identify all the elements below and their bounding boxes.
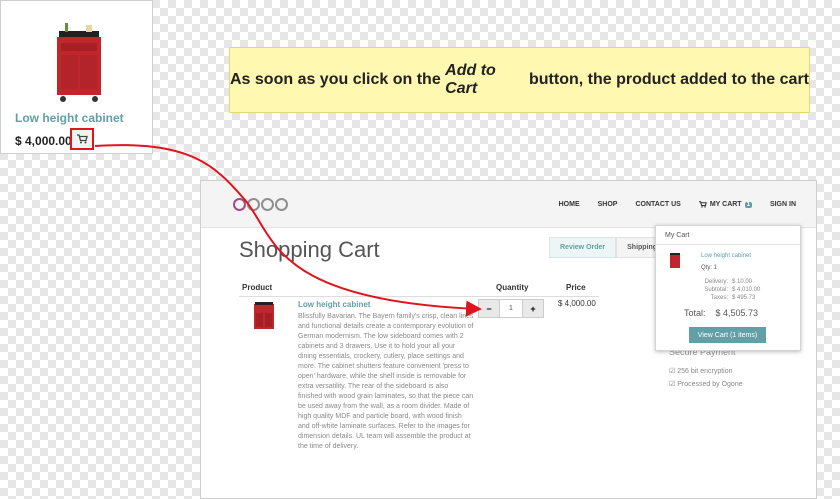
page-title: Shopping Cart [239, 237, 380, 262]
nav-sign-in[interactable]: SIGN IN [770, 201, 796, 208]
column-product: Product [242, 283, 273, 292]
cabinet-image[interactable] [41, 17, 113, 105]
secure-payment-list: ☑ 256 bit encryption ☑ Processed by Ogon… [669, 365, 743, 391]
cart-count-badge: 1 [744, 201, 752, 208]
callout-text-start: As soon as you click on the [230, 71, 446, 88]
delivery-label: Delivery: [704, 279, 728, 285]
mini-cart-popup: My Cart Low height cabinet Qty: 1 Delive… [655, 225, 801, 351]
mini-cart-thumbnail [670, 253, 680, 268]
total-value: $ 4,505.73 [715, 308, 759, 318]
taxes-value: $ 495.73 [732, 295, 756, 301]
cart-item-name[interactable]: Low height cabinet [298, 300, 370, 309]
secure-item: ☑ Processed by Ogone [669, 381, 743, 388]
cart-icon [698, 201, 707, 208]
mini-cart-total: Total: $ 4,505.73 [684, 308, 758, 318]
decrease-qty-button[interactable]: − [479, 300, 499, 317]
secure-item-ogone: Processed by Ogone [677, 381, 743, 388]
nav-my-cart[interactable]: MY CART 1 [698, 201, 752, 208]
increase-qty-button[interactable]: + [523, 300, 543, 317]
cart-item-price: $ 4,000.00 [558, 299, 596, 308]
instruction-callout: As soon as you click on the Add to Cart … [229, 47, 810, 113]
nav-home[interactable]: HOME [559, 201, 580, 208]
cart-icon [76, 134, 88, 144]
total-label: Total: [684, 308, 706, 318]
subtotal-label: Subtotal: [704, 287, 728, 293]
secure-item-encryption: 256 bit encryption [677, 368, 733, 375]
table-divider [239, 296, 599, 297]
nav-contact[interactable]: CONTACT US [635, 201, 680, 208]
navbar: HOME SHOP CONTACT US MY CART 1 SIGN IN [201, 181, 816, 228]
column-price: Price [566, 283, 586, 292]
product-price: $ 4,000.00 [15, 134, 72, 148]
delivery-value: $ 10.00 [732, 279, 753, 285]
secure-item: ☑ 256 bit encryption [669, 368, 733, 375]
cart-item-description: Blissfully Bavarian. The Bayern family's… [298, 313, 474, 450]
view-cart-button[interactable]: View Cart (1 items) [689, 327, 766, 343]
subtotal-value: $ 4,010.00 [732, 287, 761, 293]
add-to-cart-button[interactable] [70, 128, 94, 150]
step-review-order[interactable]: Review Order [549, 237, 617, 258]
my-cart-label: MY CART [709, 201, 742, 208]
mini-cart-item-qty: Qty: 1 [701, 265, 718, 271]
product-name-link[interactable]: Low height cabinet [15, 111, 124, 125]
odoo-logo[interactable] [233, 198, 288, 211]
nav-shop[interactable]: SHOP [598, 201, 618, 208]
product-card: Low height cabinet $ 4,000.00 [0, 0, 153, 154]
taxes-label: Taxes: [710, 295, 728, 301]
mini-cart-item-name[interactable]: Low height cabinet [701, 253, 751, 259]
callout-text-end: button, the product added to the cart [524, 71, 809, 88]
mini-cart-divider [656, 244, 800, 245]
column-quantity: Quantity [496, 283, 529, 292]
product-thumbnail[interactable] [249, 299, 279, 335]
callout-emphasis: Add to Cart [445, 62, 496, 97]
quantity-input[interactable]: 1 [499, 300, 523, 317]
quantity-stepper[interactable]: − 1 + [478, 299, 544, 318]
mini-cart-title: My Cart [665, 232, 690, 239]
mini-cart-summary: Delivery: $ 10.00 Subtotal: $ 4,010.00 Tax… [676, 278, 776, 302]
shop-page: HOME SHOP CONTACT US MY CART 1 SIGN IN S… [200, 180, 817, 499]
